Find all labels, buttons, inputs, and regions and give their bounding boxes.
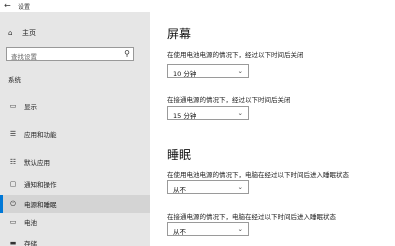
search-input[interactable]: 查找设置 ⚲ bbox=[6, 47, 134, 61]
dropdown-value: 从不 bbox=[173, 228, 186, 236]
window-title: 设置 bbox=[18, 4, 31, 11]
sidebar-item-display[interactable]: ▭ 显示 bbox=[0, 97, 150, 115]
screen-battery-dropdown[interactable]: 10 分钟 ⌄ bbox=[167, 64, 249, 78]
dropdown-value: 10 分钟 bbox=[173, 70, 197, 78]
chevron-down-icon: ⌄ bbox=[237, 109, 243, 117]
sidebar-item-power-sleep[interactable]: ⏻ 电源和睡眠 bbox=[0, 195, 150, 213]
main-content: 屏幕 在使用电池电源的情况下，经过以下时间后关闭 10 分钟 ⌄ 在接通电源的情… bbox=[150, 12, 395, 246]
chevron-down-icon: ⌄ bbox=[237, 183, 243, 191]
sidebar-item-label: 通知和操作 bbox=[24, 181, 57, 189]
sleep-plugged-dropdown[interactable]: 从不 ⌄ bbox=[167, 222, 249, 236]
title-bar: ← 设置 bbox=[0, 0, 395, 12]
sidebar-item-storage[interactable]: ▬ 存储 bbox=[0, 234, 150, 246]
sleep-heading: 睡眠 bbox=[167, 148, 192, 162]
screen-plugged-desc: 在接通电源的情况下，经过以下时间后关闭 bbox=[167, 96, 291, 104]
home-label: 主页 bbox=[22, 29, 36, 37]
notifications-icon: ▢ bbox=[9, 180, 17, 188]
search-icon[interactable]: ⚲ bbox=[124, 49, 130, 58]
dropdown-value: 15 分钟 bbox=[173, 112, 197, 120]
back-arrow-icon[interactable]: ← bbox=[4, 1, 11, 10]
sidebar-item-default-apps[interactable]: ☷ 默认应用 bbox=[0, 153, 150, 171]
screen-battery-desc: 在使用电池电源的情况下，经过以下时间后关闭 bbox=[167, 51, 304, 59]
apps-list-icon: ☰ bbox=[9, 130, 17, 138]
sleep-plugged-desc: 在接通电源的情况下，电脑在经过以下时间后进入睡眠状态 bbox=[167, 213, 336, 221]
search-placeholder: 查找设置 bbox=[11, 53, 37, 61]
chevron-down-icon: ⌄ bbox=[237, 67, 243, 75]
sidebar-item-label: 默认应用 bbox=[24, 159, 50, 167]
battery-icon: ▭ bbox=[9, 218, 17, 226]
dropdown-value: 从不 bbox=[173, 186, 186, 194]
home-nav-item[interactable]: ⌂ 主页 bbox=[8, 27, 36, 39]
display-icon: ▭ bbox=[9, 102, 17, 110]
section-label-system: 系统 bbox=[8, 76, 21, 84]
sleep-battery-dropdown[interactable]: 从不 ⌄ bbox=[167, 180, 249, 194]
default-apps-icon: ☷ bbox=[9, 158, 17, 166]
sidebar-item-label: 存储 bbox=[24, 240, 37, 246]
sidebar-item-notifications[interactable]: ▢ 通知和操作 bbox=[0, 175, 150, 193]
power-icon: ⏻ bbox=[10, 199, 16, 208]
sidebar-item-label: 电源和睡眠 bbox=[24, 201, 57, 209]
sidebar-item-label: 电池 bbox=[24, 219, 37, 227]
sidebar-item-apps[interactable]: ☰ 应用和功能 bbox=[0, 125, 150, 143]
sidebar-item-label: 应用和功能 bbox=[24, 131, 57, 139]
sidebar-item-battery[interactable]: ▭ 电池 bbox=[0, 213, 150, 231]
sidebar-item-label: 显示 bbox=[24, 103, 37, 111]
storage-icon: ▬ bbox=[9, 239, 17, 246]
sleep-battery-desc: 在使用电池电源的情况下，电脑在经过以下时间后进入睡眠状态 bbox=[167, 171, 349, 179]
selection-indicator bbox=[0, 195, 3, 213]
home-icon: ⌂ bbox=[8, 29, 13, 37]
screen-heading: 屏幕 bbox=[167, 27, 192, 41]
screen-plugged-dropdown[interactable]: 15 分钟 ⌄ bbox=[167, 106, 249, 120]
chevron-down-icon: ⌄ bbox=[237, 225, 243, 233]
sidebar: ⌂ 主页 查找设置 ⚲ 系统 ▭ 显示 ☰ 应用和功能 ☷ 默认应用 ▢ 通知和… bbox=[0, 12, 150, 246]
